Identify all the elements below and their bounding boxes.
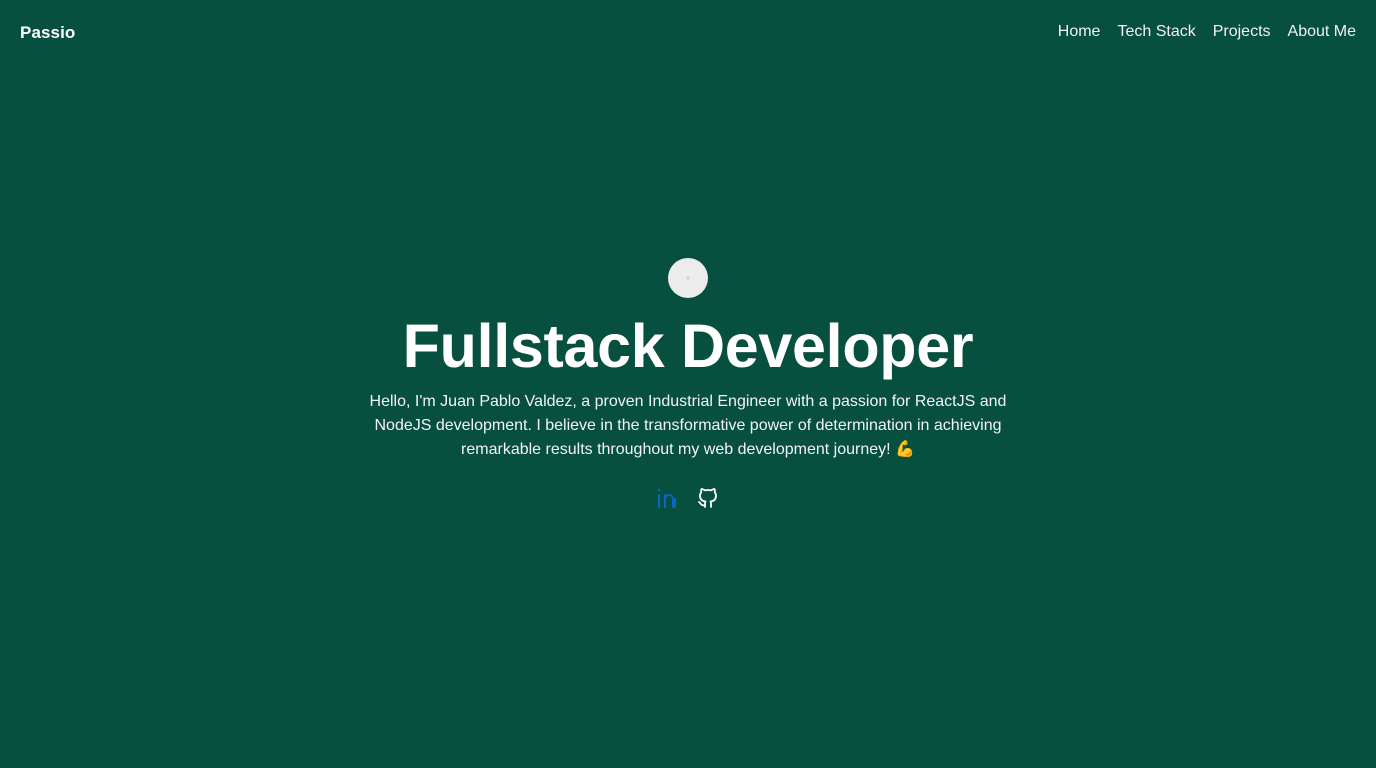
brand-logo[interactable]: Passio	[20, 23, 75, 43]
hero-title: Fullstack Developer	[402, 312, 974, 380]
github-link[interactable]	[696, 485, 720, 511]
nav-link-projects[interactable]: Projects	[1213, 23, 1271, 41]
avatar	[668, 258, 708, 298]
nav-link-home[interactable]: Home	[1058, 23, 1101, 41]
linkedin-icon	[658, 489, 676, 508]
github-icon	[698, 488, 717, 508]
social-links	[0, 485, 1376, 511]
navbar: Passio Home Tech Stack Projects About Me	[0, 0, 1376, 66]
nav-link-about-me[interactable]: About Me	[1288, 23, 1356, 41]
nav-links: Home Tech Stack Projects About Me	[1058, 23, 1356, 41]
hero-description: Hello, I'm Juan Pablo Valdez, a proven I…	[369, 393, 1007, 458]
linkedin-link[interactable]	[656, 485, 680, 511]
nav-link-tech-stack[interactable]: Tech Stack	[1117, 23, 1195, 41]
